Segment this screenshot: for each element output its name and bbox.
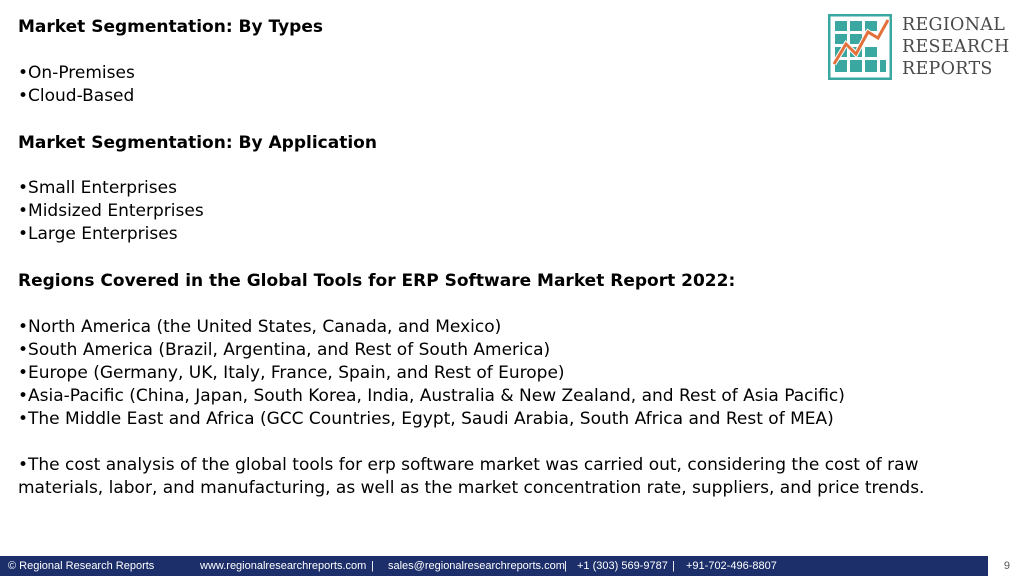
list-item: •Large Enterprises (18, 224, 178, 244)
page-number-box: 9 (988, 556, 1024, 576)
types-heading: Market Segmentation: By Types (18, 17, 323, 37)
application-heading: Market Segmentation: By Application (18, 133, 377, 153)
list-item: •Small Enterprises (18, 178, 177, 198)
logo-text: REGIONAL RESEARCH REPORTS (902, 14, 1010, 80)
footer-separator: | (564, 560, 567, 572)
logo-line-3: REPORTS (902, 59, 993, 79)
brand-logo: REGIONAL RESEARCH REPORTS (828, 12, 1010, 82)
footer-email-link[interactable]: sales@regionalresearchreports.com (388, 560, 565, 572)
footer-website-link[interactable]: www.regionalresearchreports.com (200, 560, 366, 572)
list-item: •Europe (Germany, UK, Italy, France, Spa… (18, 363, 565, 383)
list-item: •On-Premises (18, 63, 135, 83)
logo-line-2: RESEARCH (902, 37, 1010, 57)
cost-analysis-paragraph: •The cost analysis of the global tools f… (18, 455, 925, 498)
list-item: •South America (Brazil, Argentina, and R… (18, 340, 551, 360)
footer-bar: © Regional Research Reports www.regional… (0, 556, 1024, 576)
footer-separator: | (371, 560, 374, 572)
list-item: •North America (the United States, Canad… (18, 317, 502, 337)
footer-separator: | (672, 560, 675, 572)
footer-phone-us: +1 (303) 569-9787 (577, 560, 668, 572)
footer-phone-in: +91-702-496-8807 (686, 560, 777, 572)
logo-line-1: REGIONAL (902, 15, 1006, 35)
list-item: •Cloud-Based (18, 86, 135, 106)
list-item: •Asia-Pacific (China, Japan, South Korea… (18, 386, 845, 406)
chart-logo-icon (828, 14, 892, 80)
page-number: 9 (1003, 560, 1010, 572)
regions-heading: Regions Covered in the Global Tools for … (18, 271, 736, 291)
list-item: •The Middle East and Africa (GCC Countri… (18, 409, 834, 429)
footer-copyright: © Regional Research Reports (8, 560, 155, 572)
list-item: •Midsized Enterprises (18, 201, 204, 221)
